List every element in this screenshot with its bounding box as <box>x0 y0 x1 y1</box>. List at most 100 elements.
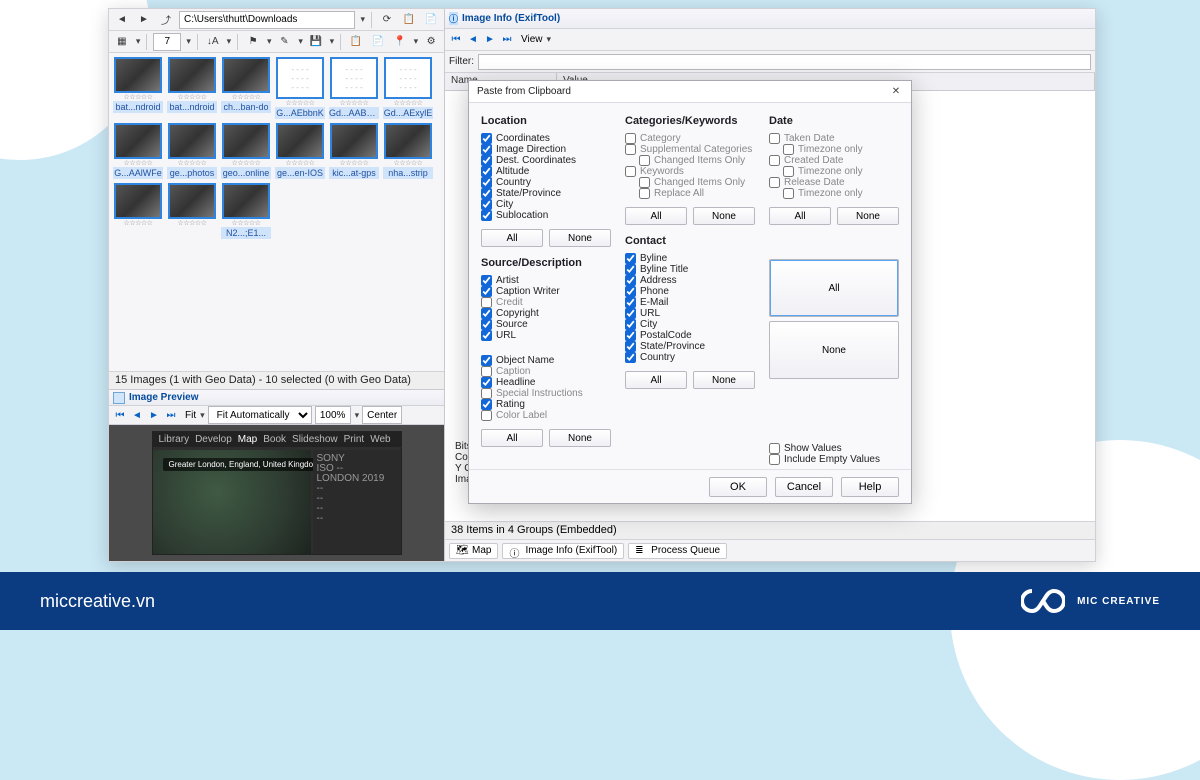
checkbox-input[interactable] <box>639 177 650 188</box>
checkbox-input[interactable] <box>481 210 492 221</box>
checkbox-input[interactable] <box>769 133 780 144</box>
checkbox-timezone-only[interactable]: Timezone only <box>783 166 899 177</box>
copy2-icon[interactable]: 📋 <box>347 33 365 51</box>
zoom-level[interactable]: 100% <box>315 406 351 424</box>
date-all-button[interactable]: All <box>769 207 831 225</box>
checkbox-dest-coordinates[interactable]: Dest. Coordinates <box>481 155 611 166</box>
prev-icon[interactable]: ◄ <box>130 408 144 422</box>
last-icon[interactable]: ⏭ <box>500 33 514 47</box>
thumbnail[interactable]: ☆☆☆☆☆ge...photos <box>167 123 217 179</box>
refresh-icon[interactable]: ⟳ <box>378 11 396 29</box>
checkbox-caption[interactable]: Caption <box>481 366 611 377</box>
checkbox-input[interactable] <box>481 388 492 399</box>
checkbox-address[interactable]: Address <box>625 275 755 286</box>
close-icon[interactable]: ✕ <box>889 85 903 99</box>
pin-icon[interactable]: 📍 <box>391 33 409 51</box>
thumbnail[interactable]: ☆☆☆☆☆ge...en-IOS <box>275 123 325 179</box>
forward-icon[interactable]: ► <box>135 11 153 29</box>
fit-mode-select[interactable]: Fit Automatically <box>208 406 312 424</box>
checkbox-input[interactable] <box>481 144 492 155</box>
last-icon[interactable]: ⏭ <box>164 408 178 422</box>
checkbox-state-province[interactable]: State/Province <box>481 188 611 199</box>
thumbnail-browser[interactable]: ☆☆☆☆☆bat...ndroid☆☆☆☆☆bat...ndroid☆☆☆☆☆c… <box>109 53 444 371</box>
checkbox-category[interactable]: Category <box>625 133 755 144</box>
next-icon[interactable]: ► <box>147 408 161 422</box>
checkbox-byline[interactable]: Byline <box>625 253 755 264</box>
checkbox-show-values[interactable]: Show Values <box>769 443 899 454</box>
thumbnail[interactable]: ☆☆☆☆☆bat...ndroid <box>167 57 217 119</box>
checkbox-postalcode[interactable]: PostalCode <box>625 330 755 341</box>
checkbox-city[interactable]: City <box>481 199 611 210</box>
checkbox-input[interactable] <box>625 253 636 264</box>
grid-icon[interactable]: ▦ <box>113 33 131 51</box>
ok-button[interactable]: OK <box>709 477 767 497</box>
thumbnail[interactable]: ☆☆☆☆☆N2...;E1... <box>221 183 271 239</box>
filter-input[interactable] <box>478 54 1091 70</box>
checkbox-input[interactable] <box>481 330 492 341</box>
preview-tab[interactable]: Develop <box>195 434 232 445</box>
bottom-tab-info[interactable]: ⓘImage Info (ExifTool) <box>502 543 624 559</box>
checkbox-phone[interactable]: Phone <box>625 286 755 297</box>
checkbox-input[interactable] <box>625 133 636 144</box>
sort-icon[interactable]: ↓A <box>204 33 222 51</box>
checkbox-input[interactable] <box>481 355 492 366</box>
checkbox-input[interactable] <box>625 275 636 286</box>
global-all-button[interactable]: All <box>769 259 899 317</box>
checkbox-rating[interactable]: Rating <box>481 399 611 410</box>
checkbox-input[interactable] <box>783 166 794 177</box>
con-none-button[interactable]: None <box>693 371 755 389</box>
checkbox-coordinates[interactable]: Coordinates <box>481 133 611 144</box>
checkbox-replace-all[interactable]: Replace All <box>639 188 755 199</box>
edit-icon[interactable]: ✎ <box>276 33 294 51</box>
loc-none-button[interactable]: None <box>549 229 611 247</box>
checkbox-input[interactable] <box>625 297 636 308</box>
preview-tab[interactable]: Web <box>370 434 390 445</box>
checkbox-e-mail[interactable]: E-Mail <box>625 297 755 308</box>
cat-none-button[interactable]: None <box>693 207 755 225</box>
bottom-tab-queue[interactable]: ≣Process Queue <box>628 543 727 559</box>
thumbnail[interactable]: ☆☆☆☆☆ch...ban-do <box>221 57 271 119</box>
checkbox-input[interactable] <box>625 286 636 297</box>
checkbox-input[interactable] <box>481 319 492 330</box>
checkbox-changed-items-only[interactable]: Changed Items Only <box>639 177 755 188</box>
checkbox-input[interactable] <box>625 144 636 155</box>
date-none-button[interactable]: None <box>837 207 899 225</box>
thumbnail[interactable]: - - - -- - - -- - - -☆☆☆☆☆Gd...AExylE <box>383 57 433 119</box>
checkbox-byline-title[interactable]: Byline Title <box>625 264 755 275</box>
group-icon[interactable]: ⚑ <box>244 33 262 51</box>
checkbox-altitude[interactable]: Altitude <box>481 166 611 177</box>
checkbox-input[interactable] <box>481 286 492 297</box>
checkbox-input[interactable] <box>783 188 794 199</box>
checkbox-input[interactable] <box>481 199 492 210</box>
checkbox-created-date[interactable]: Created Date <box>769 155 899 166</box>
bottom-tab-map[interactable]: 🗺Map <box>449 543 498 559</box>
next-icon[interactable]: ► <box>483 33 497 47</box>
cancel-button[interactable]: Cancel <box>775 477 833 497</box>
thumbnail[interactable]: ☆☆☆☆☆ <box>167 183 217 239</box>
first-icon[interactable]: ⏮ <box>113 408 127 422</box>
checkbox-headline[interactable]: Headline <box>481 377 611 388</box>
checkbox-caption-writer[interactable]: Caption Writer <box>481 286 611 297</box>
checkbox-input[interactable] <box>625 264 636 275</box>
center-button[interactable]: Center <box>362 406 402 424</box>
checkbox-input[interactable] <box>481 177 492 188</box>
columns-spin[interactable] <box>153 33 181 51</box>
checkbox-country[interactable]: Country <box>625 352 755 363</box>
path-dropdown-icon[interactable]: ▾ <box>359 14 365 25</box>
checkbox-input[interactable] <box>481 308 492 319</box>
preview-tab[interactable]: Book <box>263 434 286 445</box>
checkbox-keywords[interactable]: Keywords <box>625 166 755 177</box>
checkbox-input[interactable] <box>625 341 636 352</box>
checkbox-input[interactable] <box>481 297 492 308</box>
checkbox-input[interactable] <box>625 319 636 330</box>
checkbox-state-province[interactable]: State/Province <box>625 341 755 352</box>
checkbox-input[interactable] <box>639 188 650 199</box>
preview-tab[interactable]: Slideshow <box>292 434 338 445</box>
checkbox-city[interactable]: City <box>625 319 755 330</box>
first-icon[interactable]: ⏮ <box>449 33 463 47</box>
paste2-icon[interactable]: 📄 <box>369 33 387 51</box>
checkbox-input[interactable] <box>769 454 780 465</box>
checkbox-input[interactable] <box>769 177 780 188</box>
checkbox-input[interactable] <box>625 330 636 341</box>
checkbox-input[interactable] <box>481 188 492 199</box>
